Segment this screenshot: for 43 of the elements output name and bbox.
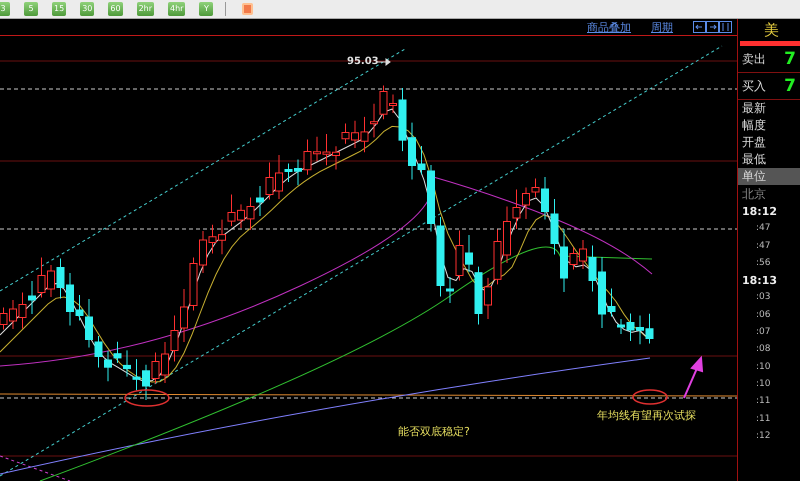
tick-time: :08 [755,343,772,356]
quote-field[interactable]: 幅度 [738,117,800,134]
period-button[interactable]: Y [199,2,214,16]
arrow [683,356,704,398]
period-button[interactable]: 2hr [136,2,154,16]
quote-field[interactable]: 最低 [738,151,800,168]
tick-time: :10 [755,378,772,391]
tick-time: :11 [755,395,772,408]
tick-time: :03 [755,291,772,304]
tick-time: :56 [755,256,772,270]
navigation-icon[interactable] [693,21,733,33]
period-button[interactable]: 4hr [168,2,186,16]
tick-time: 18:13 [741,273,778,290]
time-zone-label: 北京 [741,186,767,203]
tick-time: :06 [755,308,772,322]
tick-time: :11 [755,412,772,426]
quote-value: 7 [784,76,796,96]
quote-label: 卖出 [742,50,766,68]
header-link[interactable]: 周期 [651,20,673,34]
price-bar [740,41,800,46]
tick-time: :47 [755,240,772,253]
quote-label: 买入 [742,78,766,94]
chart-annotation: 能否双底稳定? [398,424,470,439]
highlight-ellipse [124,389,170,407]
period-button[interactable]: 30 [80,2,94,16]
quote-field[interactable]: 最新 [738,100,800,117]
peak-price-label: 95.03 [347,56,379,67]
quote-field[interactable]: 开盘 [738,134,800,151]
quote-field[interactable]: 单位 [738,168,800,185]
chart-annotation: 年均线有望再次试探 [597,408,696,423]
highlight-ellipse [632,389,668,405]
symbol-title: 美 [763,20,780,41]
tick-time: :12 [755,430,772,443]
tick-time: :10 [755,360,772,374]
tick-time: :47 [755,222,772,236]
period-button[interactable]: 60 [108,2,123,16]
tick-time: :07 [755,326,772,340]
header-link[interactable]: 商品叠加 [587,20,631,34]
period-button[interactable]: 3 [0,2,10,16]
tick-time: 18:12 [741,204,778,220]
period-button[interactable]: 15 [52,2,66,16]
quote-value: 7 [784,49,796,69]
period-button[interactable]: 5 [24,2,38,16]
